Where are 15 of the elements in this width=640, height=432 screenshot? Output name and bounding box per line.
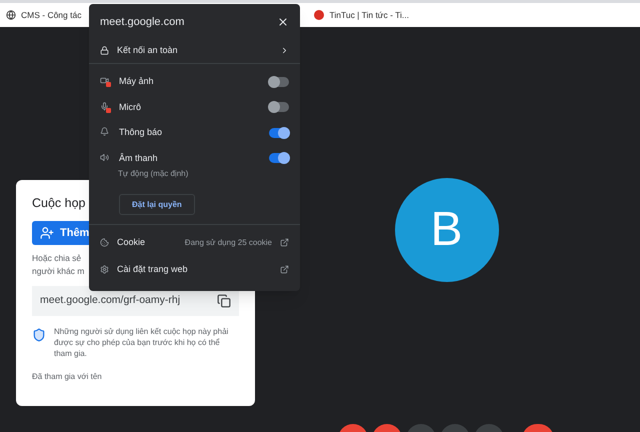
setting-label: Cài đặt trang web (117, 262, 189, 276)
notice-text: Những người sử dụng liên kết cuộc họp này phải được sự cho phép của bạn trước khi họ có thể tham gia. (54, 326, 230, 359)
setting-label: Cookie (117, 236, 146, 249)
permission-label: Máy ảnh (119, 75, 155, 88)
share-text: người khác m (32, 264, 84, 278)
permission-label: Micrô (119, 100, 142, 114)
setting-detail: Đang sử dụng 25 cookie (184, 236, 272, 248)
permission-label: Âm thanh (119, 152, 159, 164)
share-text: Hoặc chia sẻ (32, 252, 82, 265)
participant-avatar: B (394, 178, 498, 282)
card-title: Cuộc họp (32, 195, 86, 212)
permission-subtitle: Tự động (mặc định) (118, 168, 190, 180)
joined-text: Đã tham gia với tên (32, 370, 103, 383)
permission-label: Thông báo (119, 126, 164, 139)
popup-title: meet.google.com (100, 14, 184, 30)
